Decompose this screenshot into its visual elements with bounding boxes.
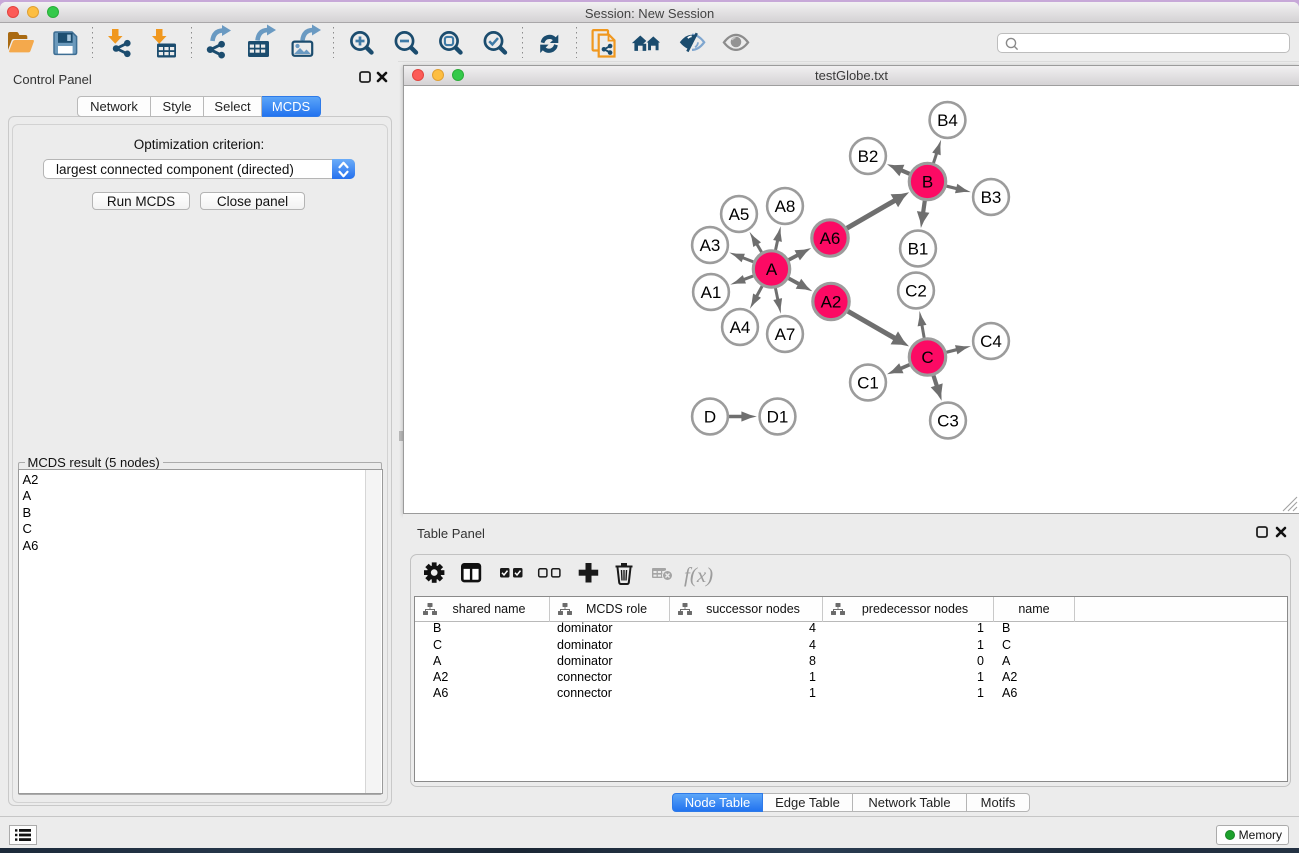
svg-text:C: C <box>921 348 933 367</box>
svg-text:B4: B4 <box>937 111 958 130</box>
svg-text:A4: A4 <box>730 318 751 337</box>
svg-text:A8: A8 <box>775 197 796 216</box>
svg-text:A3: A3 <box>700 236 721 255</box>
svg-text:C3: C3 <box>937 411 959 430</box>
svg-text:A7: A7 <box>775 325 796 344</box>
svg-text:A5: A5 <box>729 205 750 224</box>
svg-text:A1: A1 <box>701 283 722 302</box>
svg-text:C2: C2 <box>905 281 927 300</box>
svg-text:D: D <box>704 407 716 426</box>
svg-text:C4: C4 <box>980 332 1002 351</box>
svg-text:B2: B2 <box>858 147 879 166</box>
svg-text:A6: A6 <box>820 229 841 248</box>
svg-text:A2: A2 <box>821 292 842 311</box>
svg-text:f(x): f(x) <box>684 563 713 587</box>
svg-text:A: A <box>766 260 778 279</box>
svg-text:B1: B1 <box>908 239 929 258</box>
svg-text:D1: D1 <box>767 407 789 426</box>
svg-text:B: B <box>922 172 933 191</box>
svg-text:B3: B3 <box>981 188 1002 207</box>
svg-text:C1: C1 <box>857 373 879 392</box>
